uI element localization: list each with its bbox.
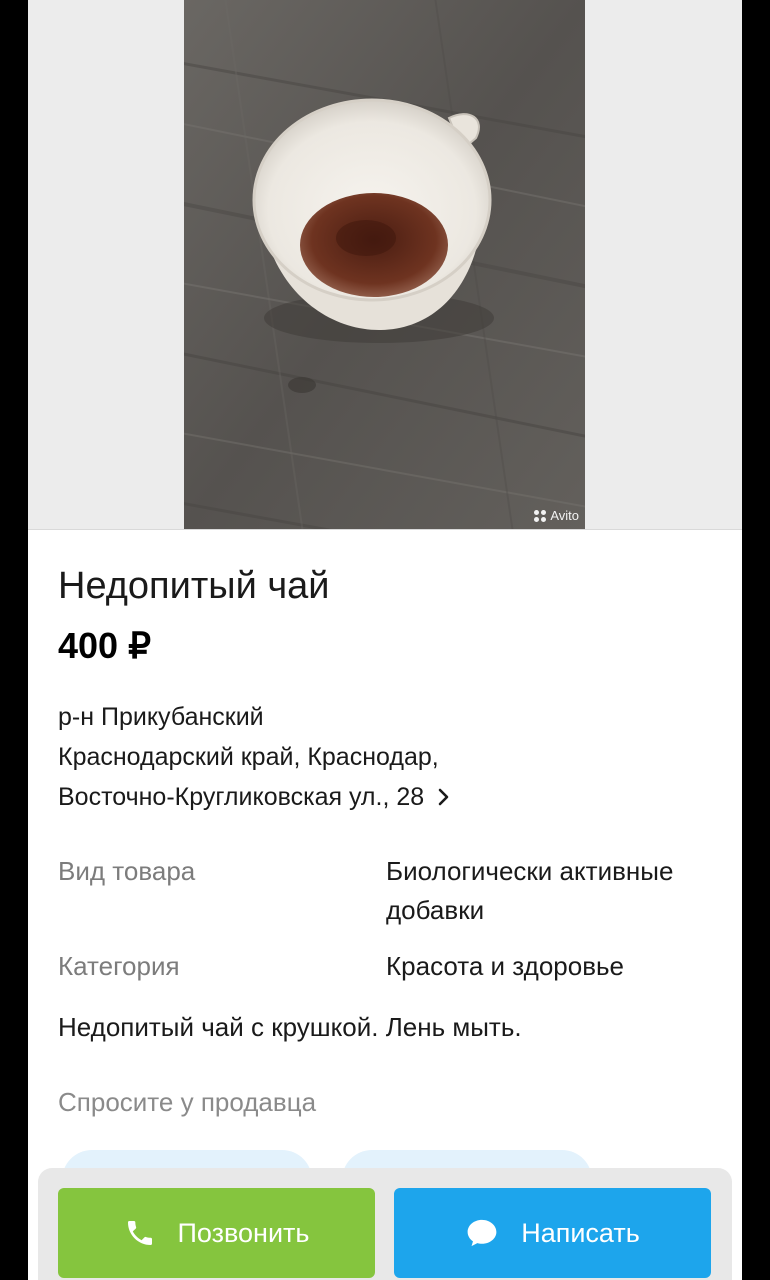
watermark-text: Avito (550, 508, 579, 523)
avito-watermark: Avito (534, 508, 579, 523)
param-value: Биологически активные добавки (386, 856, 674, 925)
chevron-right-icon (438, 788, 449, 806)
listing-screen: Avito Недопитый чай 400 ₽ р-н Прикубанск… (28, 0, 742, 1280)
param-label: Категория (58, 951, 180, 981)
photo-gallery[interactable]: Avito (28, 0, 742, 530)
address-line-1: Краснодарский край, Краснодар, (58, 743, 439, 771)
phone-icon (127, 1221, 152, 1245)
param-row-type: Вид товара Биологически активные добавки (58, 852, 718, 932)
chat-bubble-icon (467, 1219, 497, 1247)
district-text: р-н Прикубанский (58, 703, 264, 731)
param-value: Красота и здоровье (386, 951, 625, 981)
address-line-2: Восточно-Кругликовская ул., 28 (58, 783, 425, 811)
action-bar: Позвонить Написать (38, 1168, 732, 1280)
call-button-label: Позвонить (177, 1217, 310, 1248)
call-button[interactable]: Позвонить (58, 1188, 375, 1278)
address-block[interactable]: р-н Прикубанский Краснодарский край, Кра… (58, 697, 452, 817)
param-row-category: Категория Красота и здоровье (58, 947, 718, 987)
avito-logo-icon (534, 509, 547, 522)
write-button[interactable]: Написать (394, 1188, 711, 1278)
write-button-label: Написать (521, 1217, 640, 1248)
listing-photo[interactable]: Avito (184, 0, 585, 529)
param-label: Вид товара (58, 856, 196, 886)
listing-description: Недопитый чай с крушкой. Лень мыть. (58, 1012, 522, 1042)
listing-title: Недопитый чай (58, 565, 330, 607)
listing-price: 400 ₽ (58, 625, 151, 666)
teacup-photo (184, 0, 585, 529)
ask-seller-heading: Спросите у продавца (58, 1087, 317, 1117)
